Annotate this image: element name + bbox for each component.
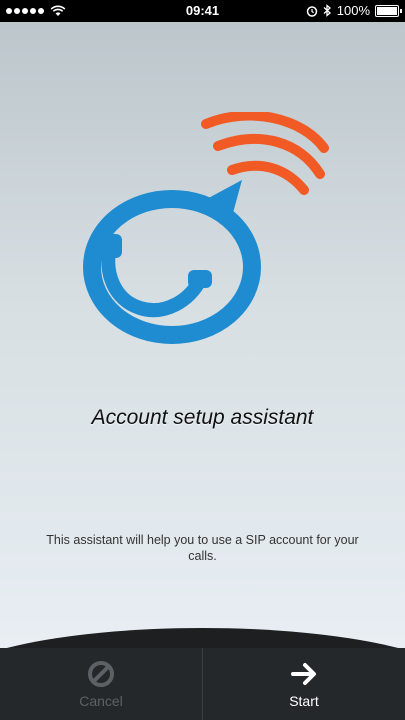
status-right: 100% (306, 3, 402, 18)
arrow-right-icon (291, 663, 316, 685)
cancel-label: Cancel (79, 693, 123, 709)
cancel-button[interactable]: Cancel (0, 648, 202, 720)
assistant-description: This assistant will help you to use a SI… (46, 533, 359, 563)
bottom-toolbar: Cancel Start (0, 648, 405, 720)
cancel-icon (88, 661, 114, 687)
alarm-icon (306, 5, 317, 17)
battery-icon (375, 4, 402, 17)
status-bar: 09:41 100% (0, 0, 405, 22)
battery-percent: 100% (336, 3, 370, 18)
bluetooth-icon (323, 4, 331, 17)
main-content: Account setup assistant This assistant w… (0, 22, 405, 648)
start-label: Start (289, 693, 319, 709)
chat-phone-logo-icon (83, 112, 329, 344)
start-button[interactable]: Start (203, 648, 405, 720)
page-title: Account setup assistant (91, 406, 314, 429)
